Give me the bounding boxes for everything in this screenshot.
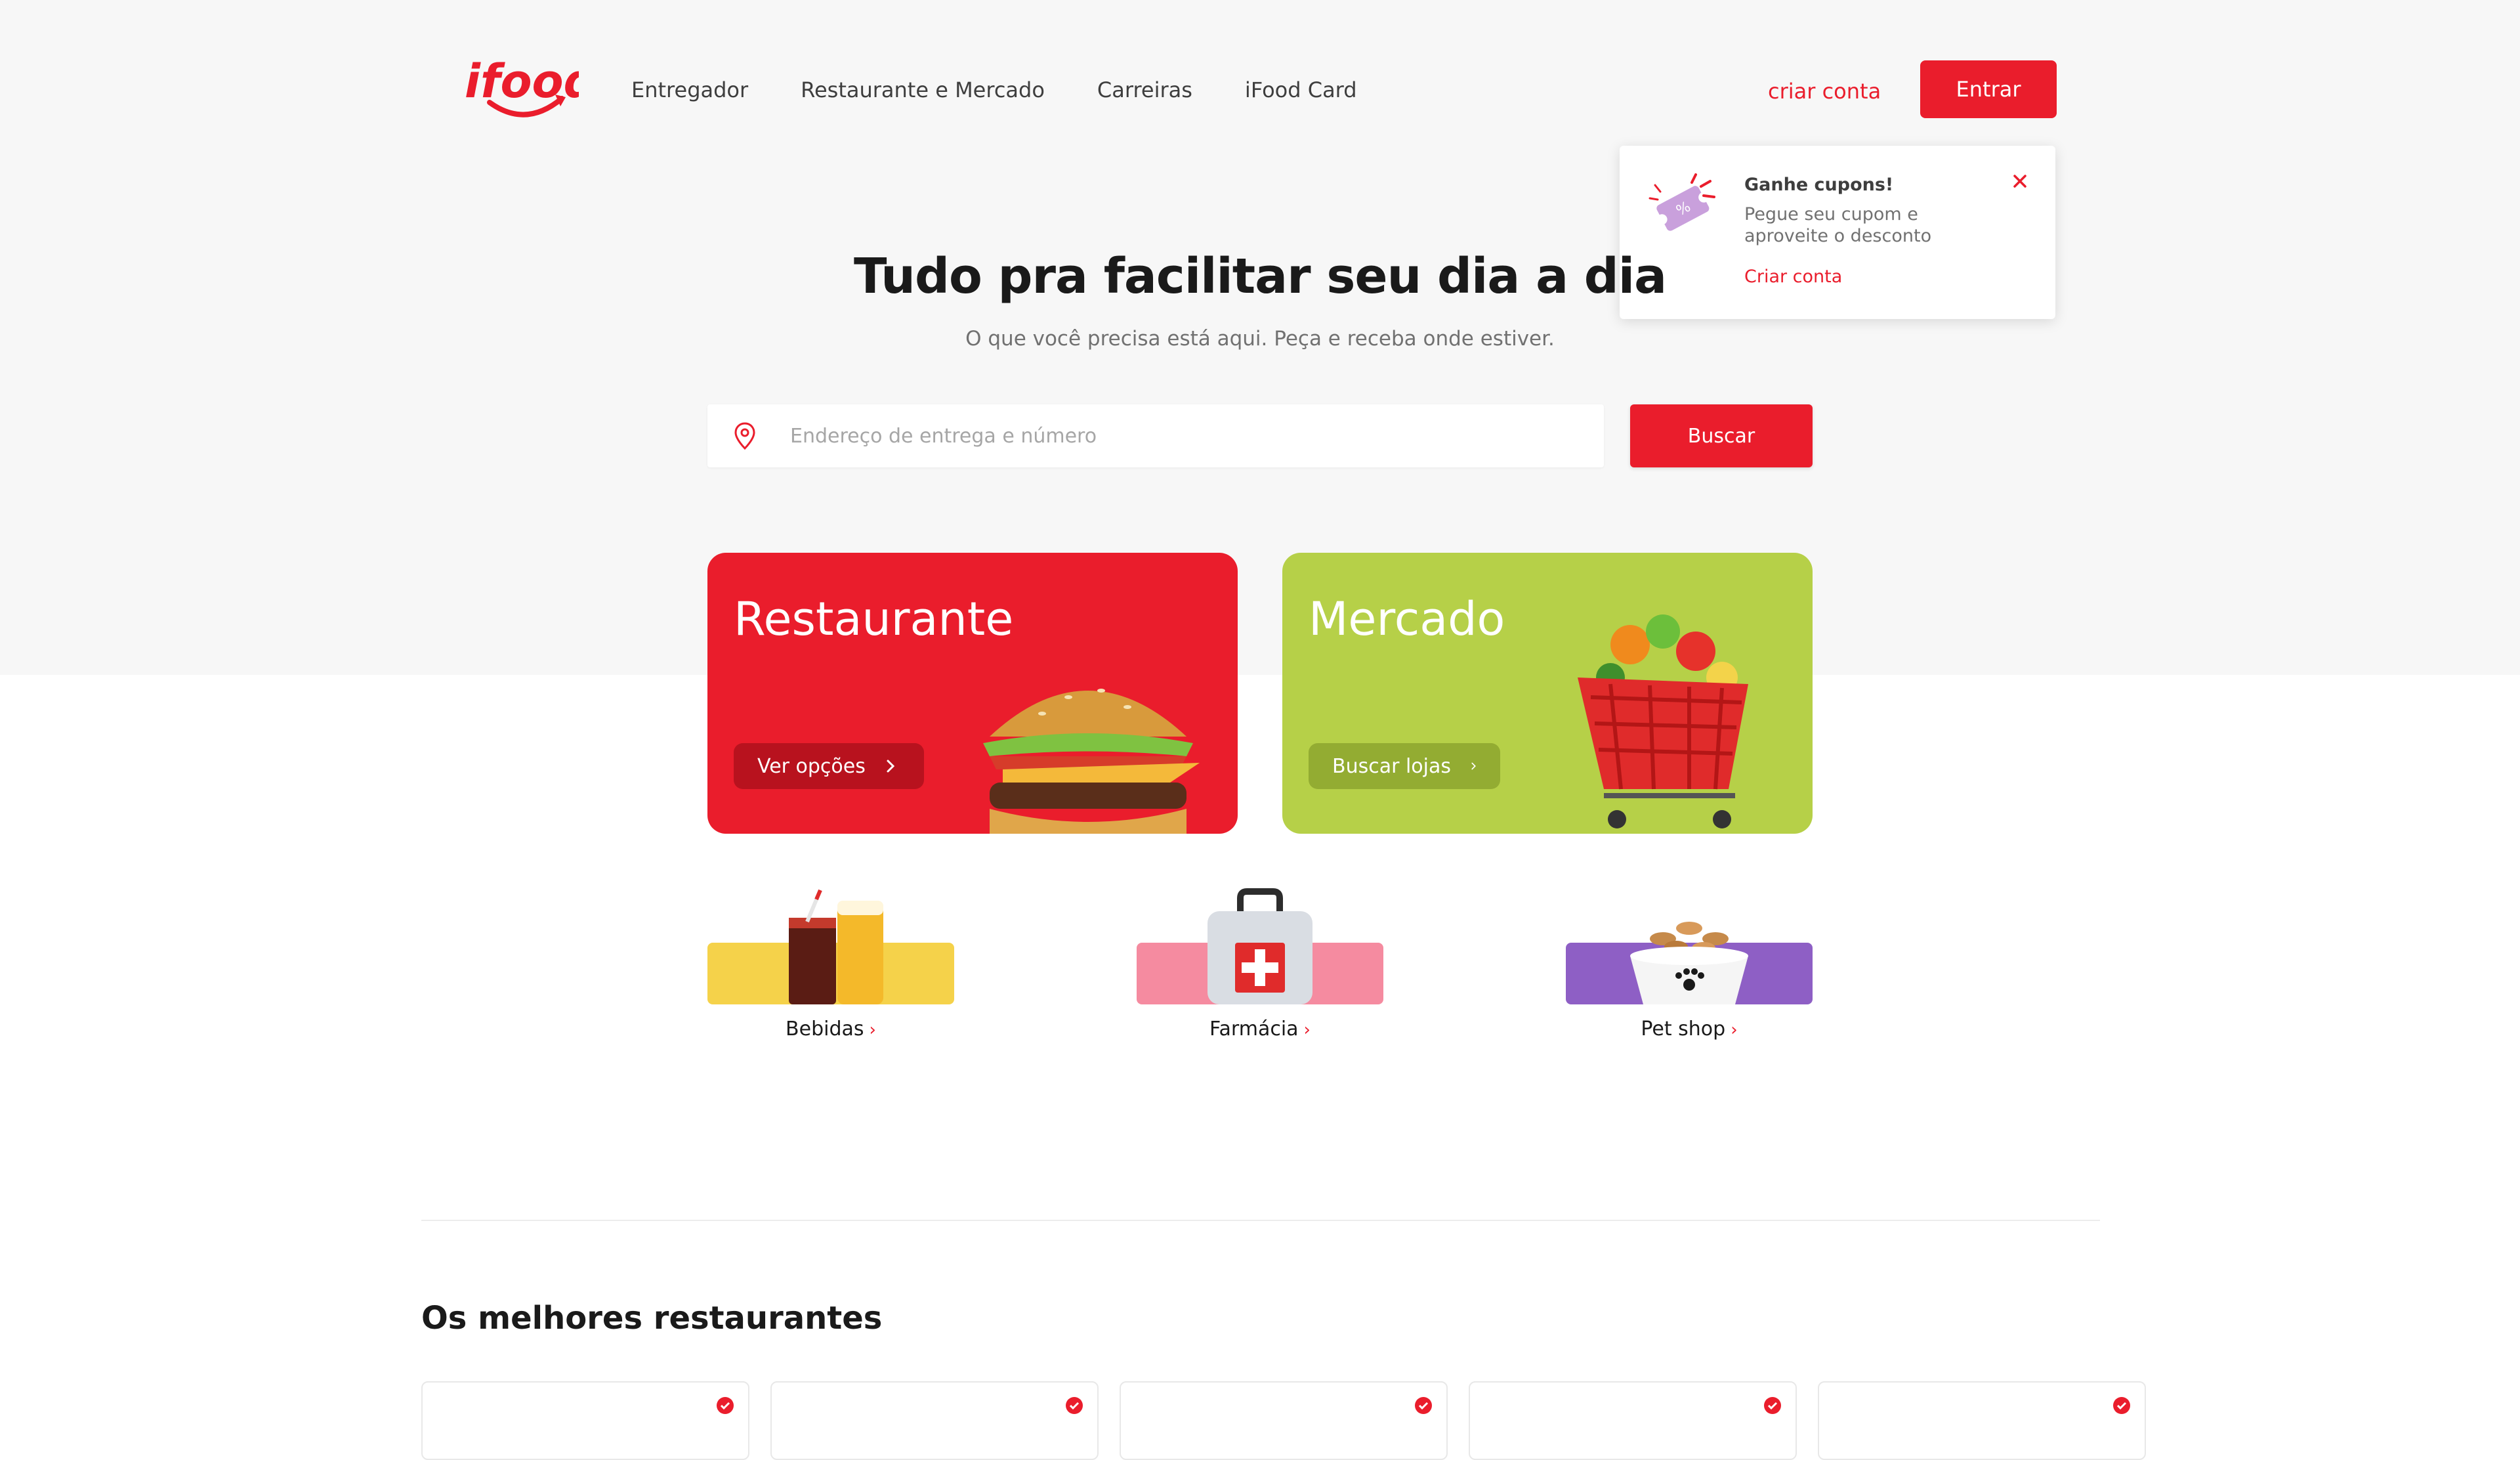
location-pin-icon bbox=[734, 422, 755, 450]
verified-badge-icon bbox=[1066, 1397, 1083, 1414]
buscar-lojas-label: Buscar lojas bbox=[1332, 754, 1452, 778]
pet-food-bowl-icon bbox=[1630, 922, 1748, 1004]
ver-opcoes-label: Ver opções bbox=[757, 754, 866, 778]
address-search-input[interactable] bbox=[790, 404, 1578, 467]
search-button[interactable]: Buscar bbox=[1630, 404, 1813, 467]
restaurant-card[interactable] bbox=[770, 1381, 1099, 1460]
verified-badge-icon bbox=[1415, 1397, 1432, 1414]
chevron-right-icon: › bbox=[869, 1020, 876, 1040]
close-icon[interactable] bbox=[2007, 168, 2033, 194]
chevron-right-icon: › bbox=[1303, 1020, 1311, 1040]
chevron-right-icon bbox=[1471, 762, 1476, 770]
verified-badge-icon bbox=[1764, 1397, 1781, 1414]
category-bebidas-label: Bebidas › bbox=[786, 1018, 876, 1041]
nav-ifood-card[interactable]: iFood Card bbox=[1245, 74, 1357, 106]
hero-title: Tudo pra facilitar seu dia a dia bbox=[853, 248, 1667, 305]
popover-subtitle: Pegue seu cupom e aproveite o desconto bbox=[1744, 204, 1932, 246]
nav-entregador[interactable]: Entregador bbox=[631, 74, 748, 106]
verified-badge-icon bbox=[2113, 1397, 2130, 1414]
restaurant-card[interactable] bbox=[1818, 1381, 2146, 1460]
hero-subtitle: O que você precisa está aqui. Peça e rec… bbox=[965, 327, 1555, 351]
ifood-logo[interactable]: ifood bbox=[463, 56, 579, 122]
coupon-icon: % bbox=[1648, 173, 1715, 231]
chevron-right-icon: › bbox=[1731, 1020, 1738, 1040]
login-button[interactable]: Entrar bbox=[1920, 60, 2057, 118]
restaurant-card[interactable] bbox=[1120, 1381, 1448, 1460]
nav-carreiras[interactable]: Carreiras bbox=[1097, 74, 1192, 106]
restaurant-card[interactable] bbox=[1469, 1381, 1797, 1460]
best-restaurants-title: Os melhores restaurantes bbox=[421, 1300, 883, 1337]
create-account-link[interactable]: criar conta bbox=[1768, 75, 1881, 108]
mercado-card-title: Mercado bbox=[1309, 592, 1505, 646]
verified-badge-icon bbox=[717, 1397, 734, 1414]
restaurante-card[interactable]: Restaurante Ver opções bbox=[707, 553, 1238, 834]
main-nav: Entregador Restaurante e Mercado Carreir… bbox=[631, 74, 1410, 106]
drinks-icon bbox=[789, 889, 883, 1004]
restaurant-card[interactable] bbox=[421, 1381, 749, 1460]
nav-restaurante-mercado[interactable]: Restaurante e Mercado bbox=[801, 74, 1045, 106]
address-search-box bbox=[707, 404, 1604, 467]
category-pet-shop-label: Pet shop › bbox=[1641, 1018, 1738, 1041]
category-bebidas[interactable]: Bebidas › bbox=[707, 880, 954, 1050]
category-pet-shop[interactable]: Pet shop › bbox=[1566, 880, 1813, 1050]
restaurante-card-title: Restaurante bbox=[734, 592, 1014, 646]
chevron-right-icon bbox=[887, 760, 894, 773]
mercado-card[interactable]: Mercado Buscar lojas bbox=[1282, 553, 1813, 834]
category-farmacia[interactable]: Farmácia › bbox=[1137, 880, 1383, 1050]
popover-title: Ganhe cupons! bbox=[1744, 175, 1894, 195]
shopping-cart-image bbox=[1578, 614, 1748, 828]
buscar-lojas-button[interactable]: Buscar lojas bbox=[1309, 743, 1500, 789]
burger-image bbox=[983, 689, 1200, 834]
ver-opcoes-button[interactable]: Ver opções bbox=[734, 743, 924, 789]
section-divider bbox=[421, 1220, 2100, 1221]
category-farmacia-label: Farmácia › bbox=[1209, 1018, 1311, 1041]
first-aid-kit-icon bbox=[1208, 888, 1312, 1004]
